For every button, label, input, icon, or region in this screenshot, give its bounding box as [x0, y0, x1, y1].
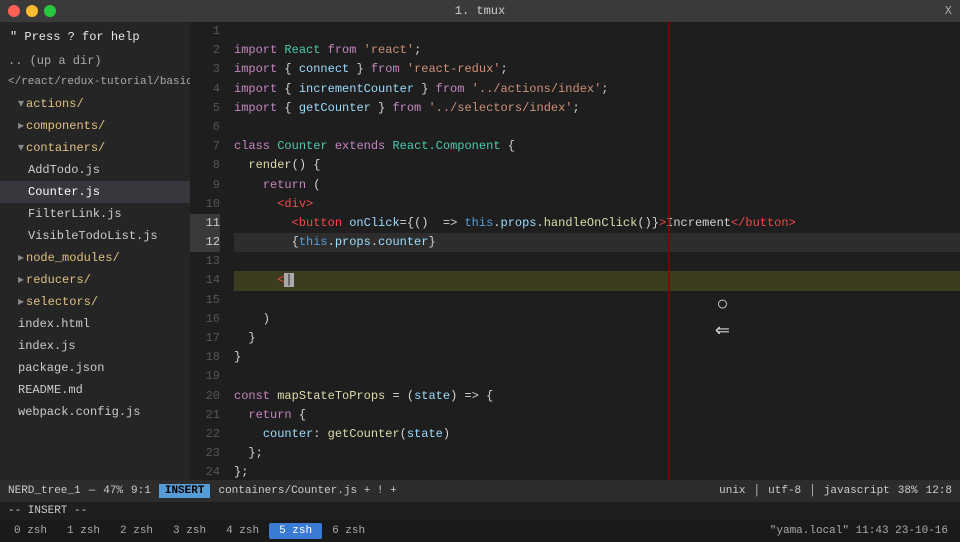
sidebar-file-indexjs[interactable]: index.js: [0, 335, 190, 357]
cursor-arrow-icon: ⇐: [715, 320, 730, 345]
sidebar-file-addtodo[interactable]: AddTodo.js: [0, 159, 190, 181]
percent-status: 47%: [103, 485, 123, 497]
code-line-3: import { incrementCounter } from '../act…: [234, 82, 609, 96]
code-line-14: }: [234, 331, 256, 345]
terminal-tabs-bar: 0 zsh 1 zsh 2 zsh 3 zsh 4 zsh 5 zsh 6 zs…: [0, 520, 960, 542]
sidebar-file-counter[interactable]: Counter.js: [0, 181, 190, 203]
code-line-4: import { getCounter } from '../selectors…: [234, 101, 580, 115]
arrow-icon: ▾: [18, 141, 24, 155]
term-tab-0[interactable]: 0 zsh: [4, 523, 57, 539]
sidebar-file-webpackconfig[interactable]: webpack.config.js: [0, 401, 190, 423]
code-line-11: {this.props.counter}: [234, 233, 960, 252]
filepath-status: containers/Counter.js + ! +: [218, 485, 711, 497]
code-line-7: render() {: [234, 158, 320, 172]
row-col-indicator: 12:8: [926, 485, 952, 497]
insert-mode-badge: INSERT: [159, 484, 211, 498]
term-tab-2[interactable]: 2 zsh: [110, 523, 163, 539]
term-tab-1[interactable]: 1 zsh: [57, 523, 110, 539]
scroll-percent: 38%: [898, 485, 918, 497]
close-dot[interactable]: [8, 5, 20, 17]
sidebar-file-filterlink[interactable]: FilterLink.js: [0, 203, 190, 225]
code-line-13: ): [234, 312, 270, 326]
status-dash: —: [89, 485, 96, 497]
sidebar-file-packagejson[interactable]: package.json: [0, 357, 190, 379]
code-line-9: <div>: [234, 197, 313, 211]
code-line-16: [234, 369, 241, 383]
sidebar-file-visibletodolist[interactable]: VisibleTodoList.js: [0, 225, 190, 247]
main-area: " Press ? for help .. (up a dir) </react…: [0, 22, 960, 480]
cursor-symbols: ○ ⇐: [715, 292, 730, 345]
code-line-2: import { connect } from 'react-redux';: [234, 62, 508, 76]
insert-mode-line: -- INSERT --: [0, 502, 960, 520]
code-line-8: return (: [234, 178, 320, 192]
sidebar-item-selectors[interactable]: ▸selectors/: [0, 291, 190, 313]
sidebar-item-nodemodules[interactable]: ▸node_modules/: [0, 247, 190, 269]
titlebar: 1. tmux X: [0, 0, 960, 22]
filetype-label: javascript: [824, 485, 890, 497]
pipe-separator2: │: [809, 485, 816, 497]
code-line-20: };: [234, 446, 263, 460]
minimize-dot[interactable]: [26, 5, 38, 17]
file-tree-sidebar: " Press ? for help .. (up a dir) </react…: [0, 22, 190, 480]
dir-path: </react/redux-tutorial/basics/: [0, 72, 190, 93]
arrow-icon: ▸: [18, 295, 24, 309]
code-line-15: }: [234, 350, 241, 364]
term-tab-3[interactable]: 3 zsh: [163, 523, 216, 539]
code-area: 1 2 3 4 5 6 7 8 9 10 11 12 13 14 15 16 1…: [190, 22, 960, 480]
code-line-5: [234, 120, 241, 134]
code-line-1: import React from 'react';: [234, 43, 421, 57]
statusbar: NERD_tree_1 — 47% 9:1 INSERT containers/…: [0, 480, 960, 502]
maximize-dot[interactable]: [44, 5, 56, 17]
code-line-12: <|: [234, 271, 960, 290]
sidebar-file-indexhtml[interactable]: index.html: [0, 313, 190, 335]
close-button[interactable]: X: [945, 4, 952, 18]
code-line-6: class Counter extends React.Component {: [234, 139, 515, 153]
code-line-19: counter: getCounter(state): [234, 427, 450, 441]
code-content[interactable]: import React from 'react'; import { conn…: [226, 22, 960, 480]
pipe-separator: │: [754, 485, 761, 497]
arrow-icon: ▸: [18, 251, 24, 265]
encoding-label: utf-8: [768, 485, 801, 497]
line-numbers: 1 2 3 4 5 6 7 8 9 10 11 12 13 14 15 16 1…: [190, 22, 226, 480]
window-title: 1. tmux: [455, 4, 505, 18]
dir-up[interactable]: .. (up a dir): [0, 50, 190, 72]
term-tab-6[interactable]: 6 zsh: [322, 523, 375, 539]
arrow-icon: ▸: [18, 273, 24, 287]
red-vertical-line: [668, 22, 670, 480]
hostname-time: "yama.local" 11:43 23-10-16: [770, 525, 956, 537]
code-line-17: const mapStateToProps = (state) => {: [234, 389, 493, 403]
nerdtree-status: NERD_tree_1: [8, 485, 81, 497]
code-line-10: <button onClick={() => this.props.handle…: [234, 216, 796, 230]
term-tab-5[interactable]: 5 zsh: [269, 523, 322, 539]
sidebar-file-readme[interactable]: README.md: [0, 379, 190, 401]
sidebar-item-containers[interactable]: ▾containers/: [0, 137, 190, 159]
arrow-icon: ▾: [18, 97, 24, 111]
sidebar-item-actions[interactable]: ▾actions/: [0, 93, 190, 115]
cursor-circle-icon: ○: [715, 292, 730, 320]
term-tab-4[interactable]: 4 zsh: [216, 523, 269, 539]
code-editor[interactable]: 1 2 3 4 5 6 7 8 9 10 11 12 13 14 15 16 1…: [190, 22, 960, 480]
sidebar-item-reducers[interactable]: ▸reducers/: [0, 269, 190, 291]
help-text: " Press ? for help: [0, 22, 190, 50]
window-controls: [8, 5, 56, 17]
sidebar-item-components[interactable]: ▸components/: [0, 115, 190, 137]
code-line-21: };: [234, 465, 248, 479]
right-status: unix │ utf-8 │ javascript 38% 12:8: [719, 485, 952, 497]
code-line-18: return {: [234, 408, 306, 422]
position-status: 9:1: [131, 485, 151, 497]
unix-label: unix: [719, 485, 745, 497]
arrow-icon: ▸: [18, 119, 24, 133]
insert-mode-text: -- INSERT --: [8, 505, 87, 517]
